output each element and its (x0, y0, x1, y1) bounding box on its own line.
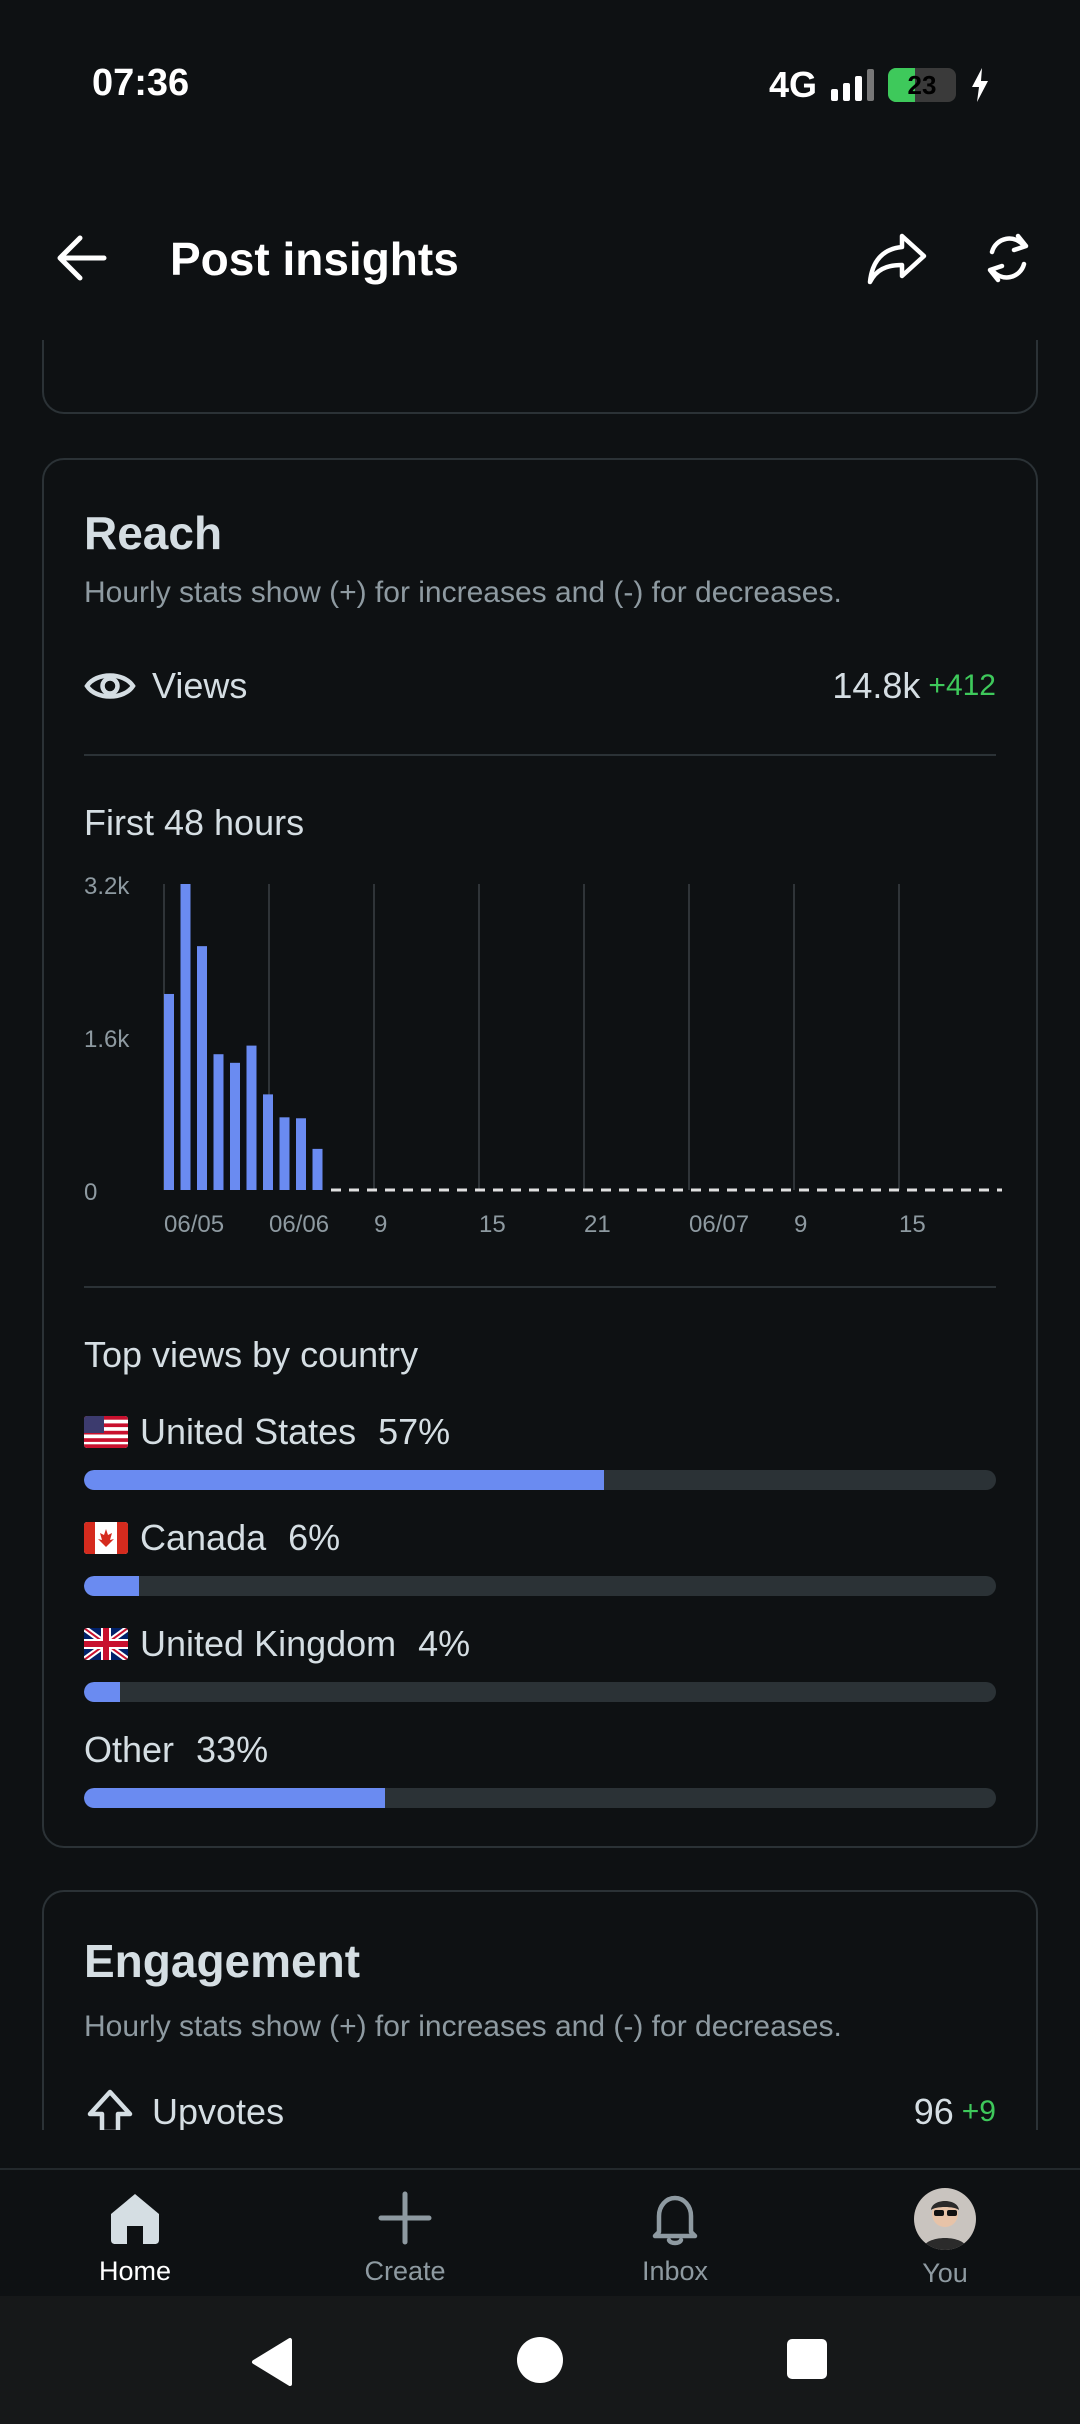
previous-card-edge (42, 340, 1038, 414)
refresh-icon[interactable] (978, 228, 1038, 288)
country-row: United Kingdom 4% (84, 1622, 996, 1712)
engagement-card: Engagement Hourly stats show (+) for inc… (42, 1890, 1038, 2130)
system-nav-bar (0, 2296, 1080, 2424)
app-header: Post insights (0, 212, 1080, 302)
reach-title: Reach (84, 507, 223, 559)
bottom-nav: Home Create Inbox You (0, 2168, 1080, 2296)
status-bar: 07:36 4G 23 (0, 0, 1080, 180)
nav-you[interactable]: You (875, 2188, 1015, 2289)
nav-home[interactable]: Home (65, 2188, 205, 2287)
chart-x-tick: 15 (899, 1211, 926, 1238)
chart-bar (180, 884, 191, 1190)
country-row: Canada 6% (84, 1516, 996, 1606)
views-value: 14.8k (832, 665, 921, 706)
divider (84, 1286, 996, 1288)
divider (84, 754, 996, 756)
chart-bar (197, 946, 207, 1190)
chart-x-tick: 15 (479, 1211, 506, 1238)
battery-level: 23 (907, 69, 937, 100)
country-name: United States (140, 1411, 357, 1452)
nav-create[interactable]: Create (335, 2188, 475, 2287)
nav-label: Home (98, 2256, 172, 2286)
country-bar-track (84, 1576, 996, 1596)
chart-x-tick: 06/05 (164, 1211, 224, 1238)
chart-y-tick: 0 (84, 1179, 97, 1206)
nav-label: You (922, 2258, 968, 2288)
nav-label: Create (364, 2256, 446, 2286)
nav-inbox[interactable]: Inbox (605, 2188, 745, 2287)
country-pct: 6% (288, 1517, 341, 1558)
chart-bar (164, 993, 174, 1190)
upvotes-label: Upvotes (152, 2091, 285, 2130)
recents-square-icon[interactable] (786, 2338, 828, 2380)
arrow-left-icon[interactable] (52, 230, 112, 286)
network-type: 4G (768, 64, 817, 105)
upvote-icon (87, 2089, 133, 2130)
battery-icon: 23 (888, 68, 956, 102)
views-delta: +412 (928, 669, 996, 702)
gb-flag-icon (84, 1628, 128, 1660)
home-circle-icon[interactable] (516, 2336, 564, 2384)
country-pct: 33% (196, 1729, 269, 1770)
country-bar-fill (84, 1576, 139, 1596)
country-bar-fill (84, 1788, 385, 1808)
avatar (914, 2188, 976, 2250)
nav-label: Inbox (641, 2256, 709, 2286)
chart-x-tick: 06/07 (689, 1211, 749, 1238)
country-row: United States 57% (84, 1410, 996, 1500)
engagement-subtitle: Hourly stats show (+) for increases and … (84, 2010, 842, 2043)
chart-x-tick: 9 (374, 1211, 387, 1238)
chart-bar (296, 1118, 306, 1190)
reach-card: Reach Hourly stats show (+) for increase… (42, 458, 1038, 1848)
charging-icon (972, 68, 988, 102)
chart-bar (279, 1117, 290, 1190)
country-name: Other (84, 1729, 175, 1770)
upvotes-delta: +9 (961, 2095, 996, 2128)
country-bar-track (84, 1682, 996, 1702)
views-label: Views (152, 665, 248, 706)
country-pct: 4% (418, 1623, 471, 1664)
views-chart: 0 1.6k 3.2k 06/05 06/06 9 15 21 06/07 9 15 (84, 873, 1002, 1238)
chart-y-tick: 3.2k (84, 873, 130, 900)
chart-bar (230, 1062, 240, 1190)
country-bar-fill (84, 1470, 604, 1490)
upvotes-row: Upvotes 96 +9 (84, 2082, 996, 2130)
country-row: Other 33% (84, 1728, 996, 1818)
chart-x-tick: 06/06 (269, 1211, 329, 1238)
country-pct: 57% (378, 1411, 451, 1452)
chart-x-tick: 21 (584, 1211, 611, 1238)
top-countries-title: Top views by country (84, 1334, 419, 1375)
engagement-title: Engagement (84, 1935, 361, 1987)
chart-y-tick: 1.6k (84, 1026, 130, 1053)
country-name: Canada (140, 1517, 267, 1558)
country-bar-fill (84, 1682, 121, 1702)
plus-icon (378, 2191, 432, 2245)
page-title: Post insights (170, 233, 459, 285)
chart-bar (263, 1094, 273, 1190)
us-flag-icon (84, 1416, 128, 1448)
reach-subtitle: Hourly stats show (+) for increases and … (84, 576, 842, 609)
eye-icon (84, 673, 136, 699)
status-indicators: 4G 23 (769, 64, 990, 106)
chart-bar (213, 1054, 224, 1190)
chart-bar (246, 1045, 257, 1190)
status-time: 07:36 (92, 62, 190, 104)
chart-x-tick: 9 (794, 1211, 807, 1238)
back-triangle-icon[interactable] (248, 2336, 294, 2388)
home-icon (111, 2194, 159, 2244)
signal-icon (831, 69, 874, 101)
bell-icon (652, 2195, 698, 2246)
country-name: United Kingdom (140, 1623, 397, 1664)
country-bar-track (84, 1470, 996, 1490)
chart-title: First 48 hours (84, 802, 305, 843)
upvotes-value: 96 (913, 2091, 954, 2130)
views-row: Views 14.8k +412 (84, 656, 996, 716)
country-bar-track (84, 1788, 996, 1808)
ca-flag-icon (84, 1522, 128, 1554)
share-icon[interactable] (866, 228, 928, 288)
chart-bar (312, 1148, 323, 1190)
